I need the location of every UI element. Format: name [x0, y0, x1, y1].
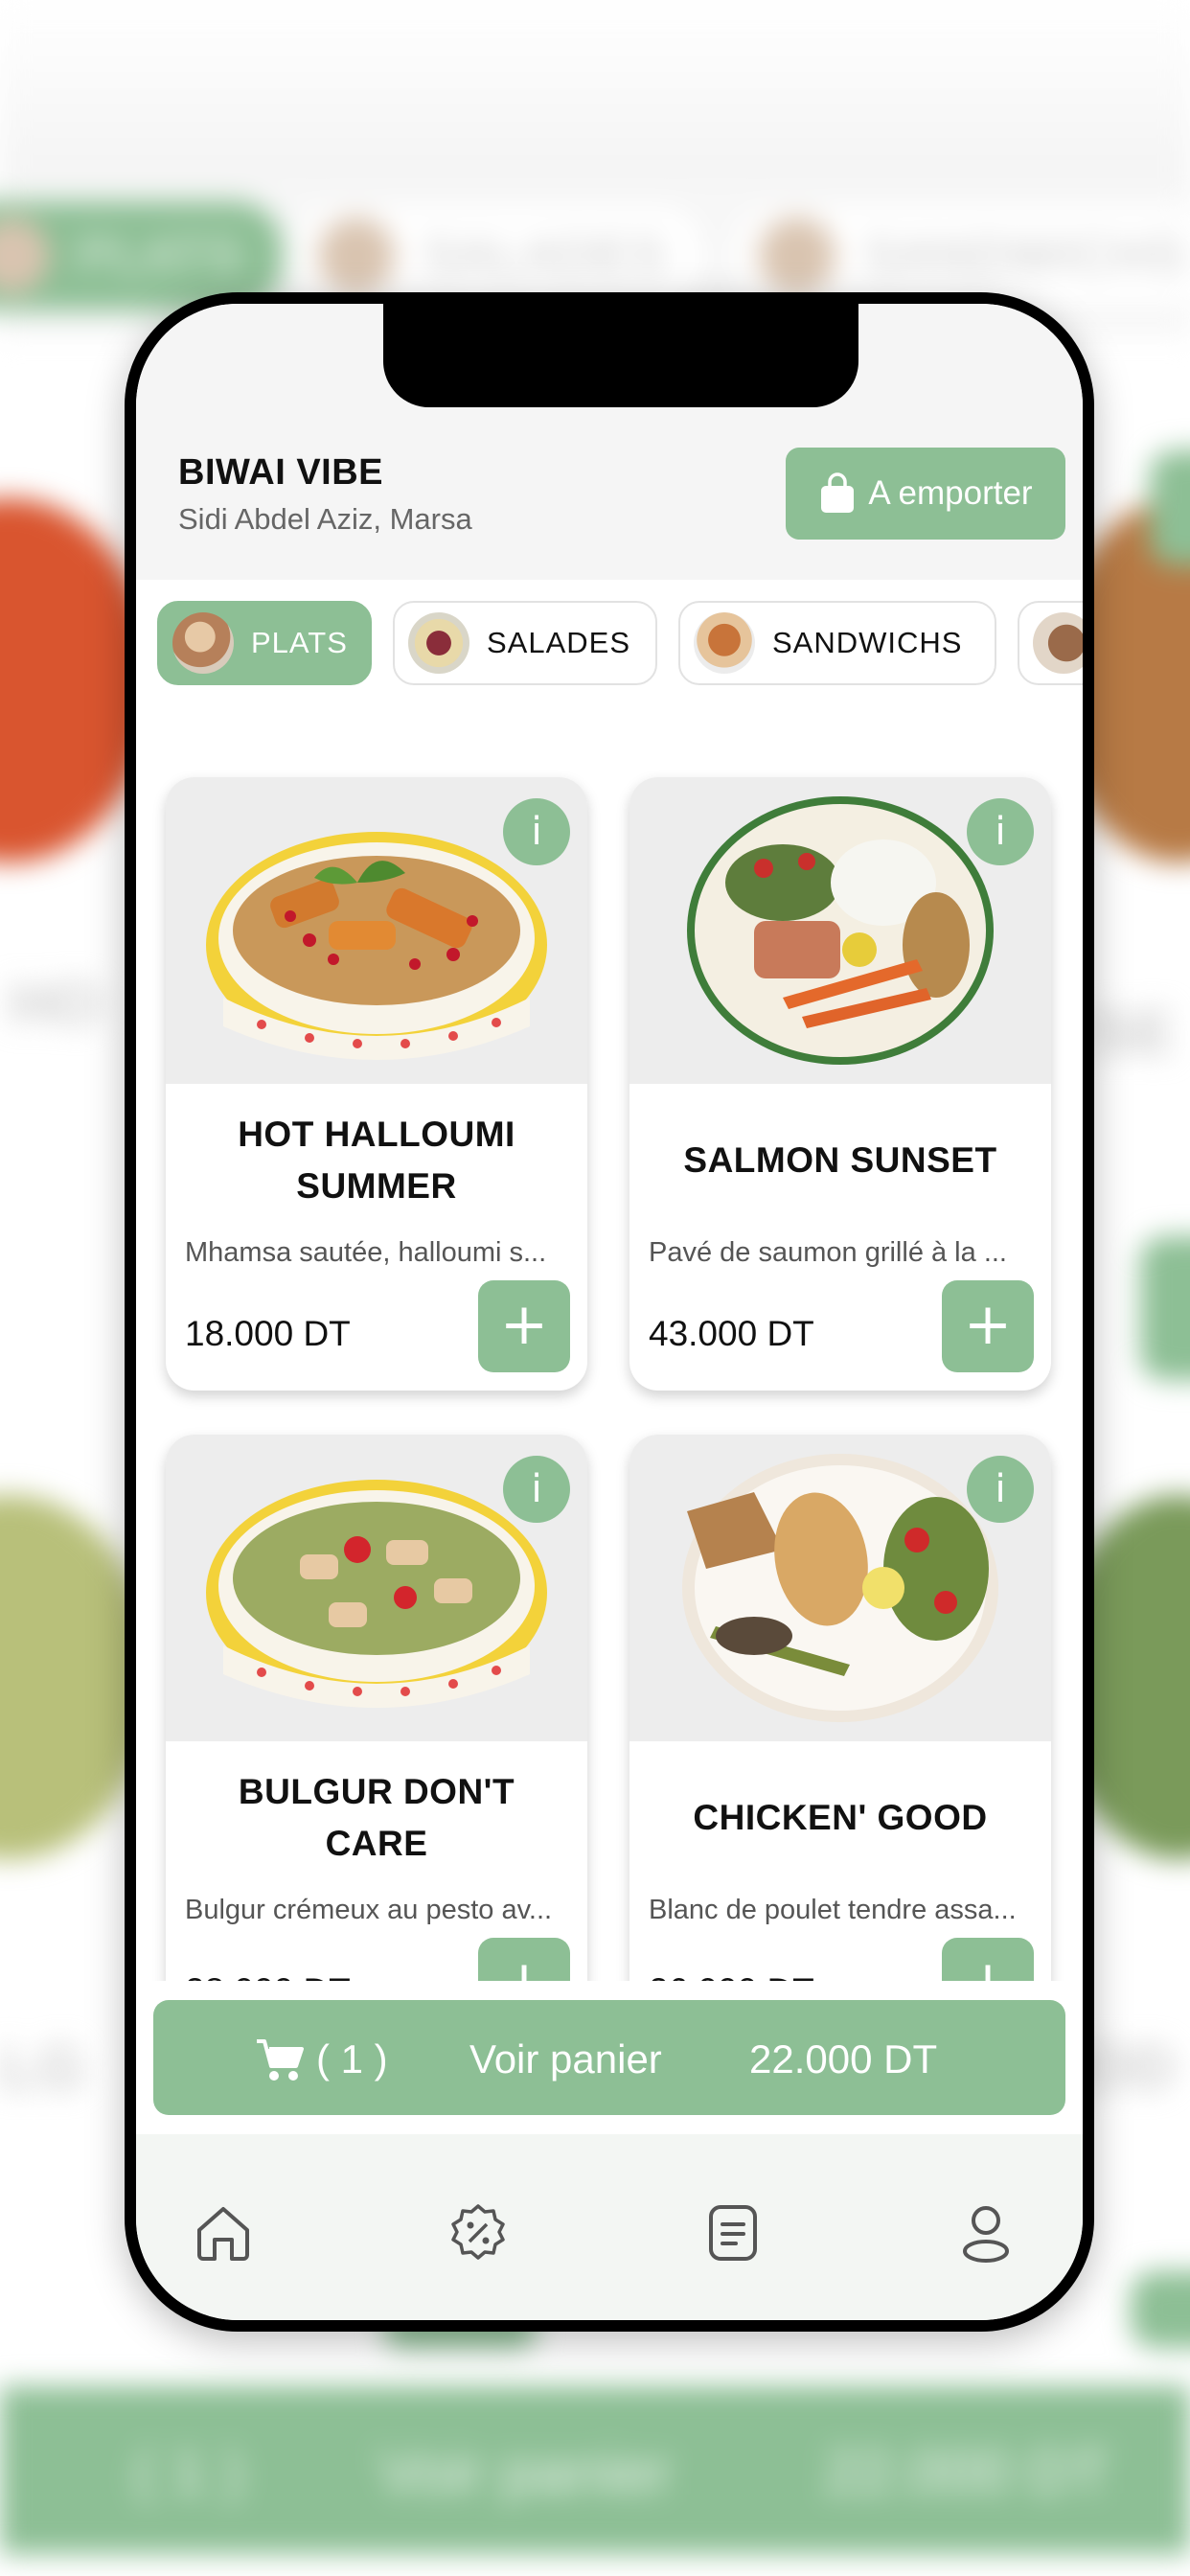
background-button [1131, 2271, 1190, 2348]
view-cart-button[interactable]: ( 1 ) Voir panier 22.000 DT [153, 2000, 1065, 2115]
dish-price: 43.000 DT [649, 1314, 814, 1353]
info-button[interactable]: i [967, 1456, 1034, 1523]
tab-plats[interactable]: PLATS [157, 601, 372, 685]
dish-price: 18.000 DT [185, 1314, 351, 1353]
info-button[interactable]: i [967, 798, 1034, 865]
phone-notch [383, 304, 858, 407]
cart-icon [257, 2039, 304, 2081]
background-top [0, 0, 1190, 182]
category-thumbnail [1033, 612, 1083, 674]
plats-thumbnail [172, 612, 234, 674]
salades-thumbnail [408, 612, 469, 674]
shopping-bag-icon [821, 472, 855, 513]
bottom-navigation [136, 2134, 1083, 2320]
background-button [1140, 1236, 1190, 1380]
sandwichs-thumbnail [694, 612, 755, 674]
tab-salades[interactable]: SALADES [393, 601, 657, 685]
orders-icon[interactable] [701, 2201, 765, 2265]
restaurant-name: BIWAI VIBE [178, 452, 384, 493]
dish-name: CHICKEN' GOOD [693, 1798, 988, 1837]
takeaway-mode-button[interactable]: A emporter [786, 448, 1065, 540]
add-to-cart-button[interactable]: + [478, 1280, 570, 1372]
discount-icon[interactable] [446, 2201, 510, 2265]
app-screen: BIWAI VIBE Sidi Abdel Aziz, Marsa A empo… [136, 304, 1083, 2320]
dish-description: Mhamsa sautée, halloumi s... [185, 1237, 547, 1268]
background-cart-bar: ( 1 ) Voir panier 22.000 DT [0, 2386, 1190, 2554]
dish-description: Pavé de saumon grillé à la ... [649, 1237, 1007, 1268]
view-cart-label: Voir panier [469, 2036, 662, 2082]
menu-item-card[interactable]: i SALMON SUNSET Pavé de saumon grillé à … [629, 777, 1051, 1391]
info-button[interactable]: i [503, 1456, 570, 1523]
dish-name: SALMON SUNSET [683, 1140, 997, 1180]
tab-salades-label: SALADES [487, 626, 631, 659]
restaurant-location: Sidi Abdel Aziz, Marsa [178, 502, 472, 536]
category-tabs: PLATS SALADES SANDWICHS [136, 601, 1083, 697]
background-button [1150, 450, 1190, 565]
menu-item-card[interactable]: i HOT HALLOUMI SUMMER Mhamsa sautée, hal… [166, 777, 587, 1391]
user-icon[interactable] [954, 2201, 1018, 2265]
info-button[interactable]: i [503, 798, 570, 865]
phone-frame: BIWAI VIBE Sidi Abdel Aziz, Marsa A empo… [125, 292, 1094, 2332]
takeaway-mode-label: A emporter [868, 474, 1033, 512]
dish-name: HOT HALLOUMI SUMMER [238, 1115, 515, 1206]
menu-item-card[interactable]: i CHICKEN' GOOD Blanc de poulet tendre a… [629, 1435, 1051, 1981]
add-to-cart-button[interactable]: + [478, 1938, 570, 1981]
background-text: SE [1092, 998, 1175, 1067]
background-text: HO [10, 969, 102, 1038]
dish-description: Blanc de poulet tendre assa... [649, 1895, 1017, 1925]
background-text: LG [0, 2033, 85, 2102]
cart-total: 22.000 DT [749, 2036, 938, 2082]
add-to-cart-button[interactable]: + [942, 1938, 1034, 1981]
menu-item-card[interactable]: i BULGUR DON'T CARE Bulgur crémeux au pe… [166, 1435, 587, 1981]
home-icon[interactable] [192, 2201, 255, 2265]
tab-sandwichs[interactable]: SANDWICHS [678, 601, 996, 685]
tab-plats-label: PLATS [251, 626, 348, 659]
menu-grid: i HOT HALLOUMI SUMMER Mhamsa sautée, hal… [136, 754, 1083, 1981]
background-text: OD [1083, 2033, 1175, 2102]
tab-sandwichs-label: SANDWICHS [772, 626, 963, 659]
cart-count: ( 1 ) [316, 2036, 388, 2082]
dish-name: BULGUR DON'T CARE [238, 1772, 515, 1863]
add-to-cart-button[interactable]: + [942, 1280, 1034, 1372]
dish-price: 28.000 DT [185, 1971, 351, 1981]
tab-more-category[interactable] [1018, 601, 1083, 685]
dish-description: Bulgur crémeux au pesto av... [185, 1895, 553, 1925]
dish-price: 26.000 DT [649, 1971, 814, 1981]
